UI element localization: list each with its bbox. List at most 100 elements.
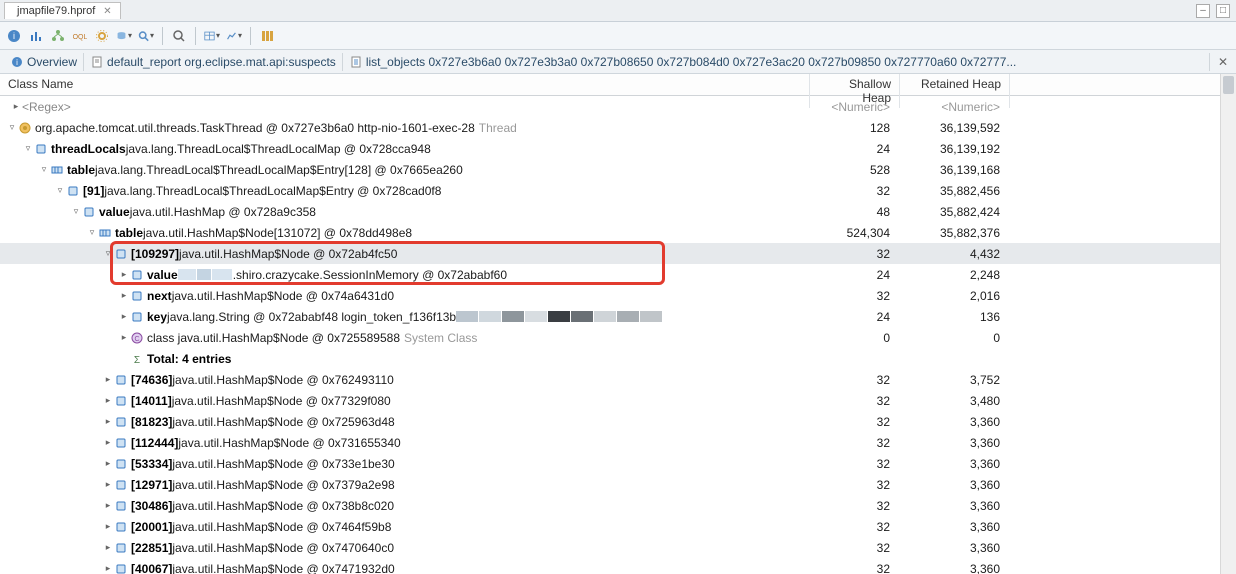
toolbar: i OQL: [0, 22, 1236, 50]
object-icon: [130, 268, 144, 282]
tab-list-objects[interactable]: list_objects 0x727e3b6a0 0x727e3b3a0 0x7…: [343, 53, 1210, 71]
table-row[interactable]: ▸[12971] java.util.HashMap$Node @ 0x7379…: [0, 474, 1236, 495]
toolbar-separator: [162, 27, 163, 45]
object-icon: C: [130, 331, 144, 345]
file-tab[interactable]: jmapfile79.hprof ✕: [4, 2, 121, 19]
expand-icon[interactable]: ▸: [102, 500, 114, 511]
object-icon: [114, 457, 128, 471]
expand-icon[interactable]: ▸: [102, 437, 114, 448]
minimize-button[interactable]: –: [1196, 4, 1210, 18]
table-row[interactable]: ▸[81823] java.util.HashMap$Node @ 0x7259…: [0, 411, 1236, 432]
table-row[interactable]: ▸[22851] java.util.HashMap$Node @ 0x7470…: [0, 537, 1236, 558]
table-row[interactable]: ▿table java.util.HashMap$Node[131072] @ …: [0, 222, 1236, 243]
table-row[interactable]: ▸[112444] java.util.HashMap$Node @ 0x731…: [0, 432, 1236, 453]
expand-icon[interactable]: ▿: [86, 227, 98, 238]
table-header: Class Name Shallow Heap Retained Heap: [0, 74, 1236, 96]
object-icon: [66, 184, 80, 198]
close-icon[interactable]: ✕: [103, 6, 111, 17]
table-row[interactable]: ▿value java.util.HashMap @ 0x728a9c35848…: [0, 201, 1236, 222]
object-icon: [82, 205, 96, 219]
object-icon: [18, 121, 32, 135]
table-row[interactable]: ▿org.apache.tomcat.util.threads.TaskThre…: [0, 117, 1236, 138]
view-tab-bar: i Overview default_report org.eclipse.ma…: [0, 50, 1236, 74]
table-row[interactable]: ▸[30486] java.util.HashMap$Node @ 0x738b…: [0, 495, 1236, 516]
object-icon: [114, 247, 128, 261]
table-row[interactable]: ▿threadLocals java.lang.ThreadLocal$Thre…: [0, 138, 1236, 159]
report-icon: [90, 55, 104, 69]
search-icon[interactable]: [171, 28, 187, 44]
table-row[interactable]: ▿table java.lang.ThreadLocal$ThreadLocal…: [0, 159, 1236, 180]
columns-icon[interactable]: [259, 28, 275, 44]
expand-icon[interactable]: ▸: [118, 290, 130, 301]
table-row[interactable]: ▸[20001] java.util.HashMap$Node @ 0x7464…: [0, 516, 1236, 537]
table-row[interactable]: ▸[74636] java.util.HashMap$Node @ 0x7624…: [0, 369, 1236, 390]
expand-icon[interactable]: ▸: [102, 563, 114, 574]
expand-icon[interactable]: ▸: [102, 521, 114, 532]
table-icon[interactable]: [204, 28, 220, 44]
toolbar-separator: [250, 27, 251, 45]
query-icon[interactable]: [138, 28, 154, 44]
file-tab-label: jmapfile79.hprof: [17, 5, 95, 17]
expand-icon[interactable]: ▿: [54, 185, 66, 196]
object-icon: [114, 415, 128, 429]
table-row[interactable]: ▸[14011] java.util.HashMap$Node @ 0x7732…: [0, 390, 1236, 411]
expand-icon[interactable]: ▸: [102, 395, 114, 406]
histogram-icon[interactable]: [28, 28, 44, 44]
list-icon: [349, 55, 363, 69]
expand-icon[interactable]: ▿: [22, 143, 34, 154]
regex-filter[interactable]: <Regex>: [22, 100, 71, 114]
table-row[interactable]: ▸[40067] java.util.HashMap$Node @ 0x7471…: [0, 558, 1236, 574]
oql-icon[interactable]: OQL: [72, 28, 88, 44]
close-tab-icon[interactable]: ✕: [1210, 55, 1236, 69]
svg-text:Σ: Σ: [134, 355, 140, 365]
maximize-button[interactable]: □: [1216, 4, 1230, 18]
svg-text:OQL: OQL: [73, 34, 87, 41]
object-icon: [130, 289, 144, 303]
col-spacer: [1010, 74, 1236, 108]
expand-icon[interactable]: ▸: [118, 332, 130, 343]
table-row[interactable]: ▸next java.util.HashMap$Node @ 0x74a6431…: [0, 285, 1236, 306]
table-row[interactable]: ΣTotal: 4 entries: [0, 348, 1236, 369]
expand-icon[interactable]: ▸: [118, 311, 130, 322]
table-row[interactable]: ▸key java.lang.String @ 0x72ababf48 logi…: [0, 306, 1236, 327]
object-icon: [50, 163, 64, 177]
info-icon[interactable]: i: [6, 28, 22, 44]
expand-icon[interactable]: ▸: [102, 458, 114, 469]
expand-icon[interactable]: ▸: [10, 101, 22, 112]
object-icon: [114, 562, 128, 574]
table-row[interactable]: ▸value .shiro.crazycake.SessionInMemory …: [0, 264, 1236, 285]
table-row[interactable]: ▸C class java.util.HashMap$Node @ 0x7255…: [0, 327, 1236, 348]
expand-icon[interactable]: ▸: [118, 269, 130, 280]
object-icon: [114, 394, 128, 408]
expand-icon[interactable]: ▸: [102, 479, 114, 490]
expand-icon[interactable]: ▿: [38, 164, 50, 175]
dominator-tree-icon[interactable]: [50, 28, 66, 44]
tab-label: Overview: [27, 55, 77, 69]
expand-icon[interactable]: ▿: [70, 206, 82, 217]
object-icon: [34, 142, 48, 156]
numeric-filter[interactable]: <Numeric>: [810, 100, 900, 114]
db-icon[interactable]: [116, 28, 132, 44]
expand-icon[interactable]: ▸: [102, 374, 114, 385]
table-row[interactable]: ▿[91] java.lang.ThreadLocal$ThreadLocalM…: [0, 180, 1236, 201]
expand-icon[interactable]: ▸: [102, 416, 114, 427]
object-icon: [130, 310, 144, 324]
scrollbar-thumb[interactable]: [1223, 76, 1234, 94]
tab-default-report[interactable]: default_report org.eclipse.mat.api:suspe…: [84, 53, 343, 71]
svg-text:i: i: [13, 31, 15, 41]
tab-overview[interactable]: i Overview: [4, 53, 84, 71]
vertical-scrollbar[interactable]: ▴: [1220, 74, 1236, 574]
object-tree-table: Class Name Shallow Heap Retained Heap ▸ …: [0, 74, 1236, 574]
table-body[interactable]: ▸ <Regex> <Numeric> <Numeric> ▿org.apach…: [0, 96, 1236, 574]
object-icon: [114, 541, 128, 555]
expand-icon[interactable]: ▸: [102, 542, 114, 553]
expand-icon[interactable]: ▿: [6, 122, 18, 133]
chart-icon[interactable]: [226, 28, 242, 44]
svg-text:C: C: [134, 336, 139, 343]
toolbar-separator: [195, 27, 196, 45]
table-row[interactable]: ▿[109297] java.util.HashMap$Node @ 0x72a…: [0, 243, 1236, 264]
table-row[interactable]: ▸[53334] java.util.HashMap$Node @ 0x733e…: [0, 453, 1236, 474]
expand-icon[interactable]: ▿: [102, 248, 114, 259]
numeric-filter[interactable]: <Numeric>: [900, 100, 1010, 114]
gear-icon[interactable]: [94, 28, 110, 44]
